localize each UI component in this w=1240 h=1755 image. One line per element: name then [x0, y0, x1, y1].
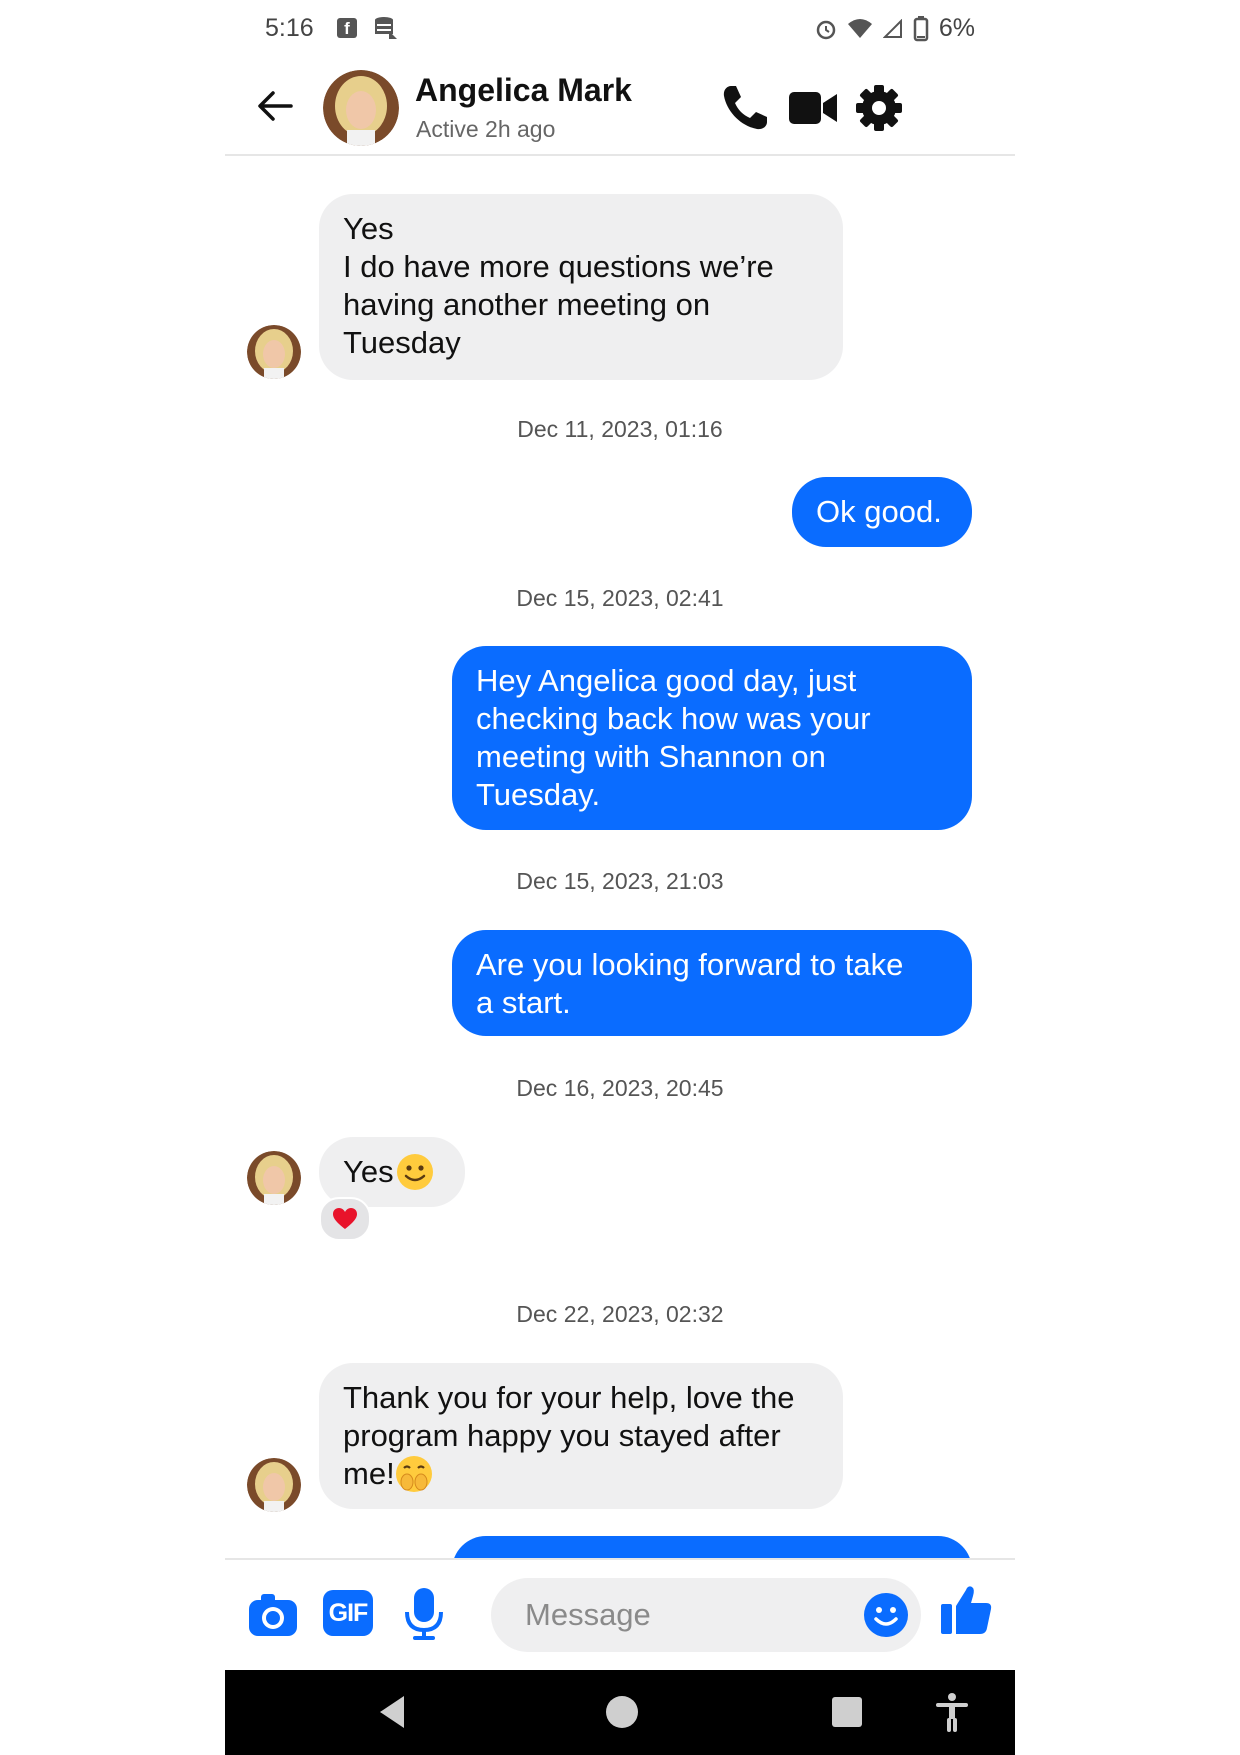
- contact-name[interactable]: Angelica Mark: [415, 72, 632, 109]
- cell-signal-icon: [882, 18, 902, 38]
- message-line: Ok good.: [816, 494, 942, 529]
- incoming-message[interactable]: Thank you for your help, love the progra…: [319, 1363, 843, 1509]
- face-with-hand-over-mouth-emoji-icon: [395, 1456, 432, 1492]
- active-status: Active 2h ago: [416, 116, 556, 142]
- outgoing-message[interactable]: Are you looking forward to take a start.: [452, 930, 972, 1036]
- message-composer: GIF: [225, 1558, 1015, 1672]
- status-right: 6%: [815, 14, 975, 43]
- message-line: Tuesday: [343, 325, 461, 360]
- video-call-icon[interactable]: [787, 82, 839, 134]
- status-time: 5:16: [265, 14, 314, 42]
- heart-reaction[interactable]: [319, 1197, 371, 1241]
- message-line: Tuesday.: [476, 777, 601, 812]
- message-line: meeting with Shannon on: [476, 739, 826, 774]
- message-line: me!: [343, 1456, 395, 1491]
- outgoing-message[interactable]: Ok good.: [792, 477, 972, 547]
- message-thread[interactable]: Yes I do have more questions we’re havin…: [225, 156, 1015, 1558]
- heart-icon: [333, 1208, 357, 1229]
- message-text: Yes: [343, 1154, 394, 1189]
- timestamp: Dec 15, 2023, 21:03: [516, 868, 724, 894]
- system-navigation-bar: [225, 1670, 1015, 1755]
- timestamp: Dec 16, 2023, 20:45: [516, 1075, 724, 1101]
- message-line: Thank you for your help, love the: [343, 1380, 795, 1415]
- status-bar: 5:16 f 6%: [225, 0, 1015, 60]
- conversation-header: Angelica Mark Active 2h ago: [225, 60, 1015, 156]
- battery-icon: [913, 15, 929, 41]
- messenger-screen: 5:16 f 6% Angelica Mark Active 2h ago Ye…: [225, 0, 1015, 1755]
- message-line: Are you looking forward to take: [476, 947, 904, 982]
- contact-avatar[interactable]: [323, 70, 399, 146]
- back-arrow-icon[interactable]: [253, 84, 297, 128]
- facebook-notification-icon: f: [337, 18, 357, 38]
- message-line: Yes: [343, 211, 394, 246]
- camera-icon[interactable]: [247, 1590, 299, 1640]
- contact-avatar-small[interactable]: [247, 1151, 301, 1205]
- timestamp: Dec 11, 2023, 01:16: [517, 416, 723, 442]
- message-line: program happy you stayed after: [343, 1418, 781, 1453]
- alarm-icon: [816, 20, 836, 39]
- message-line: having another meeting on: [343, 287, 711, 322]
- emoji-picker-icon[interactable]: [863, 1592, 909, 1638]
- message-line: a start.: [476, 985, 571, 1020]
- wifi-icon: [847, 18, 872, 38]
- battery-percent: 6%: [938, 14, 975, 42]
- nav-back-icon[interactable]: [372, 1690, 416, 1734]
- accessibility-icon[interactable]: [930, 1690, 974, 1734]
- message-input[interactable]: [523, 1596, 827, 1634]
- contact-avatar-small[interactable]: [247, 325, 301, 379]
- incoming-message[interactable]: Yes I do have more questions we’re havin…: [319, 194, 843, 380]
- outgoing-message-partial[interactable]: [452, 1536, 972, 1558]
- gif-button[interactable]: GIF: [323, 1590, 373, 1636]
- microphone-icon[interactable]: [403, 1586, 445, 1642]
- database-icon: [375, 17, 397, 39]
- settings-gear-icon[interactable]: [853, 82, 905, 134]
- timestamp: Dec 22, 2023, 02:32: [516, 1301, 724, 1327]
- slightly-smiling-face-emoji-icon: [396, 1154, 433, 1190]
- message-line: Hey Angelica good day, just: [476, 663, 857, 698]
- message-line: I do have more questions we’re: [343, 249, 774, 284]
- nav-recents-icon[interactable]: [825, 1690, 869, 1734]
- thumbs-up-icon[interactable]: [939, 1584, 993, 1636]
- message-field[interactable]: [491, 1578, 921, 1652]
- timestamp: Dec 15, 2023, 02:41: [516, 585, 724, 611]
- outgoing-message[interactable]: Hey Angelica good day, just checking bac…: [452, 646, 972, 830]
- phone-call-icon[interactable]: [719, 82, 771, 134]
- nav-home-icon[interactable]: [600, 1690, 644, 1734]
- contact-avatar-small[interactable]: [247, 1458, 301, 1512]
- message-line: checking back how was your: [476, 701, 871, 736]
